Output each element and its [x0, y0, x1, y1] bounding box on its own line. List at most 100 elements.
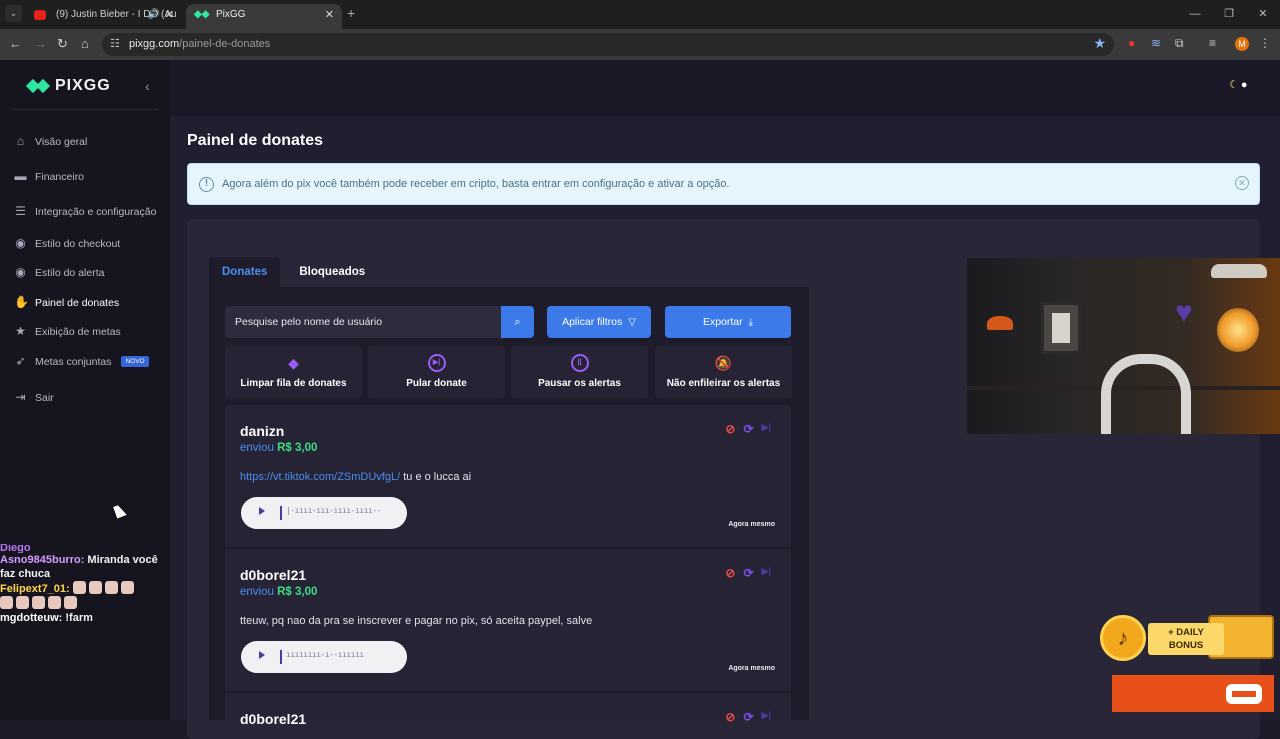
palette-icon: ◉ — [15, 265, 26, 279]
extensions-puzzle-icon[interactable]: ⧉ — [1175, 36, 1184, 51]
pixgg-logo[interactable]: PIXGG — [28, 77, 111, 95]
skip-donate-button[interactable]: ▶| Pular donate — [368, 346, 505, 398]
info-icon: ! — [199, 177, 214, 192]
bell-off-icon: 🔕 — [714, 355, 733, 371]
close-tab-icon[interactable]: ✕ — [325, 4, 334, 26]
extension-red-icon[interactable]: ● — [1128, 36, 1135, 50]
lamp-decor — [1217, 308, 1259, 352]
bookmark-star-icon[interactable]: ★ — [1093, 35, 1106, 52]
reload-icon[interactable]: ↻ — [57, 36, 68, 52]
download-icon: ⤓ — [748, 317, 754, 328]
sidebar-item-label: Financeiro — [35, 170, 85, 183]
search-button[interactable]: ⌕ — [501, 306, 534, 338]
replay-icon[interactable]: ⟳ — [743, 422, 753, 436]
tab-search-icon[interactable]: ⌄ — [5, 5, 22, 22]
search-input[interactable] — [225, 306, 501, 338]
brand-name: PIXGG — [55, 77, 111, 94]
message-link[interactable]: https://vt.tiktok.com/ZSmDUvfgL/ — [240, 471, 400, 483]
site-info-icon[interactable]: ☷ — [110, 37, 120, 50]
close-window-icon[interactable]: ✕ — [1246, 0, 1280, 29]
model-car-decor — [1211, 264, 1267, 278]
no-queue-alerts-button[interactable]: 🔕 Não enfileirar os alertas — [655, 346, 792, 398]
picture-frame-decor — [1041, 302, 1081, 354]
skip-icon[interactable]: ▶| — [762, 422, 771, 436]
skip-icon: ▶| — [427, 354, 446, 372]
tab-donates[interactable]: Donates — [209, 257, 281, 287]
browser-toolbar: ← → ↻ ⌂ ☷ pixgg.com/painel-de-donates ★ … — [0, 29, 1280, 60]
audio-player[interactable]: ıııııııı-ı--ıııııı — [241, 641, 407, 673]
sidebar-item-exibicao-metas[interactable]: ★ Exibição de metas — [14, 325, 121, 338]
window-controls: — ❐ ✕ — [1178, 0, 1280, 29]
replay-icon[interactable]: ⟳ — [743, 710, 753, 724]
block-user-icon[interactable]: ⊘ — [725, 710, 735, 724]
search-icon: ⌕ — [514, 316, 521, 328]
emote-icon — [88, 581, 102, 594]
collapse-sidebar-icon[interactable]: ‹ — [145, 78, 150, 94]
tab-bloqueados[interactable]: Bloqueados — [286, 257, 378, 287]
waveform-icon: ıııııııı-ı--ıııııı — [286, 650, 364, 659]
stream-logo-icon — [1226, 684, 1262, 704]
donation-amount: enviou R$ 3,00 — [240, 442, 318, 454]
page-title: Painel de donates — [187, 132, 324, 149]
address-bar[interactable]: ☷ pixgg.com/painel-de-donates ★ — [102, 33, 1114, 56]
donor-name: d0borel21 — [240, 711, 307, 727]
skip-icon[interactable]: ▶| — [762, 566, 771, 580]
chat-message: Felipext7_01: — [0, 581, 168, 611]
url-text[interactable]: pixgg.com/painel-de-donates — [129, 38, 270, 50]
sidebar-item-visao-geral[interactable]: ⌂ Visão geral — [14, 135, 87, 148]
browser-menu-icon[interactable]: ⋮ — [1259, 36, 1271, 50]
new-badge: NOVO — [121, 356, 149, 367]
home-icon: ⌂ — [16, 134, 25, 148]
browser-tab-pixgg[interactable]: ◆◆ PixGG ✕ — [186, 4, 342, 29]
home-button-icon[interactable]: ⌂ — [81, 36, 89, 51]
donation-controls: ⊘ ⟳ ▶| — [725, 422, 771, 436]
skip-icon[interactable]: ▶| — [762, 710, 771, 724]
extension-wave-icon[interactable]: ≋ — [1151, 36, 1161, 50]
back-icon[interactable]: ← — [9, 36, 22, 51]
export-button[interactable]: Exportar ⤓ — [665, 306, 791, 338]
audio-player[interactable]: |-ıııı-ııı-ıııı-ıııı-- — [241, 497, 407, 529]
wallet-icon: ▬ — [14, 169, 27, 183]
chair-decor — [1101, 354, 1191, 434]
alert-overlay-bar — [1112, 675, 1274, 712]
new-tab-button[interactable]: + — [347, 5, 355, 21]
forward-icon[interactable]: → — [34, 36, 47, 51]
restore-icon[interactable]: ❐ — [1212, 0, 1246, 29]
apply-filters-button[interactable]: Aplicar filtros ▽ — [547, 306, 651, 338]
browser-tab-strip: ⌄ (9) Justin Bieber - I DO (Au 🔊 ✕ ◆◆ Pi… — [0, 0, 1280, 29]
pause-alerts-button[interactable]: || Pausar os alertas — [511, 346, 648, 398]
media-control-icon[interactable]: ≡ — [1209, 36, 1216, 50]
close-tab-icon[interactable]: ✕ — [165, 4, 174, 26]
pause-icon: || — [570, 354, 589, 372]
sidebar-item-label: Integração e configuração — [35, 205, 157, 218]
play-icon[interactable] — [259, 507, 265, 515]
sidebar-item-metas-conjuntas[interactable]: ➶ Metas conjuntas NOVO — [14, 355, 149, 368]
sidebar-item-label: Painel de donates — [35, 296, 120, 309]
sidebar-item-label: Exibição de metas — [35, 325, 121, 338]
waveform-icon: |-ıııı-ııı-ıııı-ıııı-- — [286, 506, 381, 515]
eraser-icon: ◆ — [288, 355, 299, 371]
block-user-icon[interactable]: ⊘ — [725, 566, 735, 580]
clear-queue-button[interactable]: ◆ Limpar fila de donates — [225, 346, 362, 398]
replay-icon[interactable]: ⟳ — [743, 566, 753, 580]
sidebar-item-estilo-checkout[interactable]: ◉ Estilo do checkout — [14, 237, 120, 250]
profile-avatar[interactable]: M — [1235, 37, 1249, 51]
sidebar-item-integracao[interactable]: ☰ Integração e configuração — [14, 205, 156, 218]
sidebar-item-estilo-alerta[interactable]: ◉ Estilo do alerta — [14, 266, 104, 279]
theme-toggle[interactable]: ☾ ● — [1229, 78, 1248, 91]
emote-icon — [0, 596, 13, 609]
emote-icon — [104, 581, 118, 594]
sidebar-item-painel-donates[interactable]: ✋ Painel de donates — [14, 296, 119, 309]
block-user-icon[interactable]: ⊘ — [725, 422, 735, 436]
sidebar-item-sair[interactable]: ⇥ Sair — [14, 391, 53, 404]
close-banner-icon[interactable]: ✕ — [1235, 176, 1249, 190]
audio-position — [280, 506, 282, 520]
audio-position — [280, 650, 282, 664]
emote-icon — [120, 581, 134, 594]
minimize-icon[interactable]: — — [1178, 0, 1212, 29]
speaker-icon[interactable]: 🔊 — [148, 4, 160, 26]
browser-tab-youtube[interactable]: (9) Justin Bieber - I DO (Au 🔊 ✕ — [26, 4, 182, 29]
lamp-decor — [987, 316, 1013, 330]
sidebar-item-financeiro[interactable]: ▬ Financeiro — [14, 169, 85, 183]
play-icon[interactable] — [259, 651, 265, 659]
